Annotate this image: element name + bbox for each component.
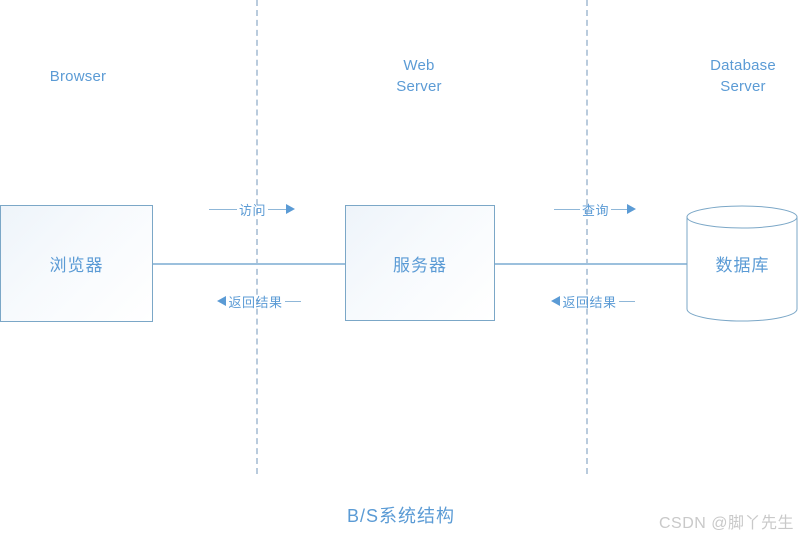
swimlane-divider-web-database	[586, 0, 588, 474]
flow-access: 访问	[199, 199, 305, 219]
connector-server-database	[493, 263, 688, 265]
flow-query: 查询	[545, 199, 645, 219]
flow-query-line-right	[611, 208, 627, 210]
watermark: CSDN @脚丫先生	[658, 515, 794, 532]
flow-return-browser-label: 返回结果	[228, 294, 283, 310]
arrow-left-icon	[551, 296, 561, 306]
node-server-label: 服务器	[393, 255, 447, 275]
flow-return-server-line	[618, 300, 635, 302]
connector-browser-server	[152, 263, 346, 265]
node-database-label-wrap: 数据库	[686, 205, 799, 322]
column-header-browser: Browser	[49, 68, 107, 85]
swimlane-divider-browser-web	[256, 0, 258, 474]
column-header-web-server: Web Server	[396, 57, 442, 95]
node-browser: 浏览器	[0, 205, 153, 322]
flow-query-label: 查询	[581, 202, 609, 218]
flow-return-browser: 返回结果	[199, 291, 319, 311]
arrow-right-icon	[286, 204, 295, 214]
node-database-label: 数据库	[715, 256, 770, 275]
flow-return-browser-line	[284, 300, 301, 302]
node-server: 服务器	[345, 205, 495, 321]
arrow-left-icon	[217, 296, 227, 306]
diagram-canvas: Browser Web Server Database Server 浏览器 服…	[0, 0, 802, 540]
flow-access-line-left	[208, 208, 237, 210]
flow-query-line-left	[553, 208, 580, 210]
flow-access-label: 访问	[238, 202, 266, 218]
column-header-database-server: Database Server	[710, 57, 776, 95]
flow-return-server-label: 返回结果	[562, 294, 617, 310]
arrow-right-icon	[627, 204, 636, 214]
flow-return-server: 返回结果	[533, 291, 653, 311]
flow-access-line-right	[268, 208, 286, 210]
node-browser-label: 浏览器	[49, 256, 104, 275]
